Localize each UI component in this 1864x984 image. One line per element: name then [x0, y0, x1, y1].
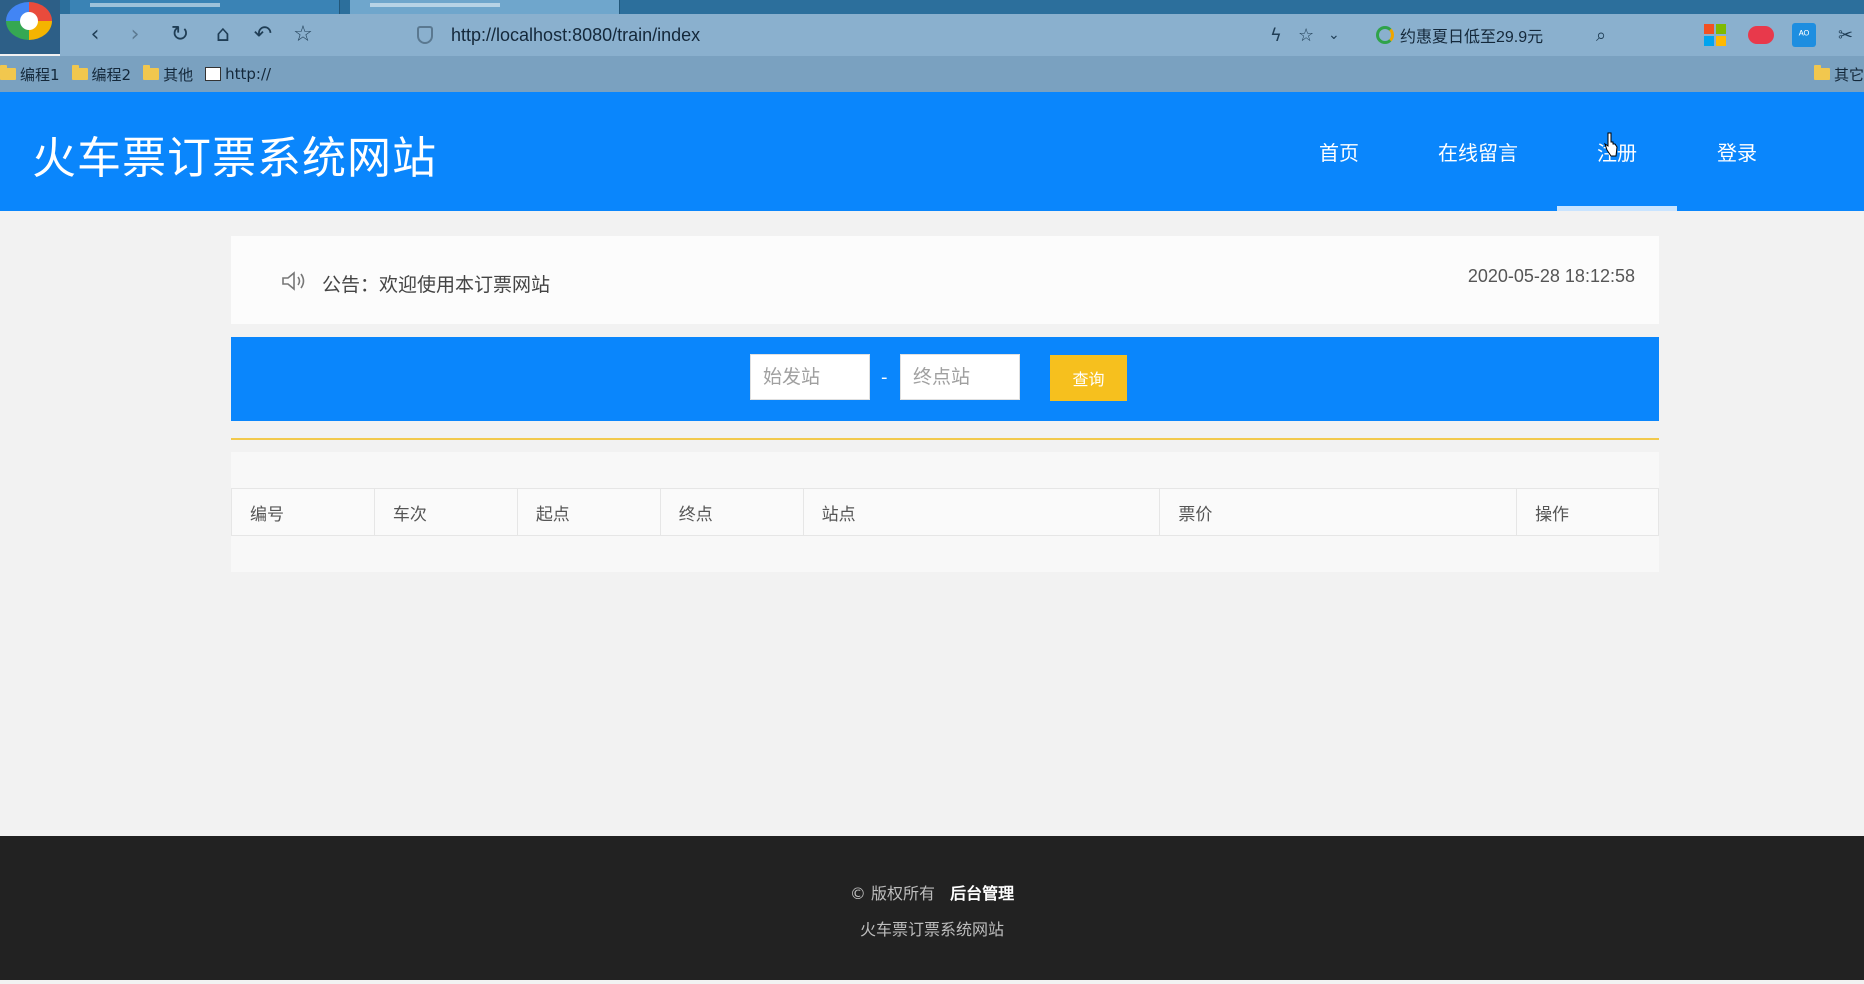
column-header-origin: 起点: [516, 488, 661, 536]
copyright-text: © 版权所有: [849, 884, 935, 903]
bookmark-label: http://: [225, 65, 272, 83]
screenshot-icon[interactable]: ᴬᴼ: [1792, 23, 1816, 47]
browser-toolbar: ‹ › ↻ ⌂ ↶ ☆ http://localhost:8080/train/…: [60, 14, 1864, 56]
bookmark-label: 其他: [163, 65, 194, 84]
bookmark-label: 编程2: [91, 65, 132, 84]
promo-banner[interactable]: 约惠夏日低至29.9元: [1376, 22, 1543, 48]
column-header-stations: 站点: [802, 488, 1161, 536]
browser-logo-icon: [6, 2, 52, 40]
section-divider: [231, 438, 1659, 440]
back-icon[interactable]: ‹: [80, 20, 110, 50]
departure-station-input[interactable]: [750, 354, 870, 400]
bookmark-folder-2[interactable]: 编程2: [71, 64, 132, 85]
bookmark-label: 编程1: [20, 65, 60, 84]
image-icon: [205, 67, 222, 81]
announcement-panel: 公告：欢迎使用本订票网站 2020-05-28 18:12:58: [231, 236, 1659, 324]
address-url[interactable]: http://localhost:8080/train/index: [451, 25, 700, 46]
arrival-station-input[interactable]: [900, 354, 1020, 400]
ticket-search-bar: - 查询: [231, 337, 1659, 421]
nav-login[interactable]: 登录: [1677, 92, 1797, 211]
folder-icon: [0, 65, 16, 80]
speaker-icon: [282, 271, 305, 291]
bookmark-folder-1[interactable]: 编程1: [0, 64, 60, 85]
search-button[interactable]: 查询: [1050, 355, 1127, 401]
column-header-destination: 终点: [659, 488, 804, 536]
chevron-down-icon[interactable]: ⌄: [1328, 22, 1340, 48]
site-header: 火车票订票系统网站 首页 在线留言 注册 登录: [0, 92, 1864, 211]
bookmark-label: 其它: [1833, 65, 1864, 84]
tab-title-placeholder: [370, 3, 500, 7]
shield-icon: [417, 26, 433, 44]
home-icon[interactable]: ⌂: [208, 20, 238, 50]
browser-tab-strip: [0, 0, 1864, 14]
browser-tab-1[interactable]: [70, 0, 340, 14]
footer-copyright-line: © 版权所有 后台管理: [0, 880, 1864, 904]
bookmark-star-icon[interactable]: ☆: [1298, 22, 1314, 48]
train-table: 编号 车次 起点 终点 站点 票价 操作: [231, 488, 1659, 536]
browser-tab-2[interactable]: [350, 0, 620, 14]
results-panel: 编号 车次 起点 终点 站点 票价 操作: [231, 452, 1659, 572]
bookmarks-bar: 编程1 编程2 其他 http:// 其它: [0, 56, 1864, 92]
game-icon[interactable]: [1748, 26, 1774, 44]
folder-icon: [71, 65, 88, 80]
column-header-id: 编号: [231, 488, 375, 536]
folder-icon: [1813, 65, 1830, 80]
promo-icon: [1376, 26, 1394, 44]
folder-icon: [143, 65, 160, 80]
browser-logo[interactable]: [0, 0, 60, 54]
bookmark-folder-other[interactable]: 其它: [1813, 56, 1864, 92]
announcement-text: 公告：欢迎使用本订票网站: [322, 274, 551, 296]
address-bar[interactable]: http://localhost:8080/train/index: [355, 19, 1365, 51]
mouse-cursor-icon: [1604, 132, 1618, 157]
apps-icon[interactable]: [1704, 24, 1726, 46]
main-nav: 首页 在线留言 注册 登录: [0, 92, 1864, 211]
forward-icon[interactable]: ›: [120, 20, 150, 50]
undo-icon[interactable]: ↶: [248, 20, 278, 50]
promo-text: 约惠夏日低至29.9元: [1400, 29, 1544, 46]
search-icon[interactable]: ⌕: [1596, 22, 1606, 48]
footer-site-name: 火车票订票系统网站: [859, 920, 1004, 939]
column-header-train-no: 车次: [373, 488, 518, 536]
current-time: 2020-05-28 18:12:58: [1467, 266, 1635, 286]
table-header-row: 编号 车次 起点 终点 站点 票价 操作: [231, 488, 1659, 536]
station-separator: -: [881, 367, 888, 388]
scissors-icon[interactable]: ✂: [1838, 22, 1853, 48]
tab-title-placeholder: [90, 3, 220, 7]
bookmark-folder-3[interactable]: 其他: [143, 64, 193, 85]
reload-icon[interactable]: ↻: [165, 20, 195, 50]
favorite-star-icon[interactable]: ☆: [288, 20, 318, 50]
bookmark-link[interactable]: http://: [205, 65, 271, 83]
site-footer: © 版权所有 后台管理 火车票订票系统网站: [0, 836, 1864, 980]
column-header-price: 票价: [1159, 488, 1518, 536]
bottom-strip: [0, 980, 1864, 984]
admin-link[interactable]: 后台管理: [950, 884, 1014, 903]
column-header-actions: 操作: [1516, 488, 1659, 536]
lightning-icon[interactable]: ϟ: [1270, 22, 1282, 48]
nav-guestbook[interactable]: 在线留言: [1418, 92, 1538, 211]
nav-home[interactable]: 首页: [1279, 92, 1399, 211]
